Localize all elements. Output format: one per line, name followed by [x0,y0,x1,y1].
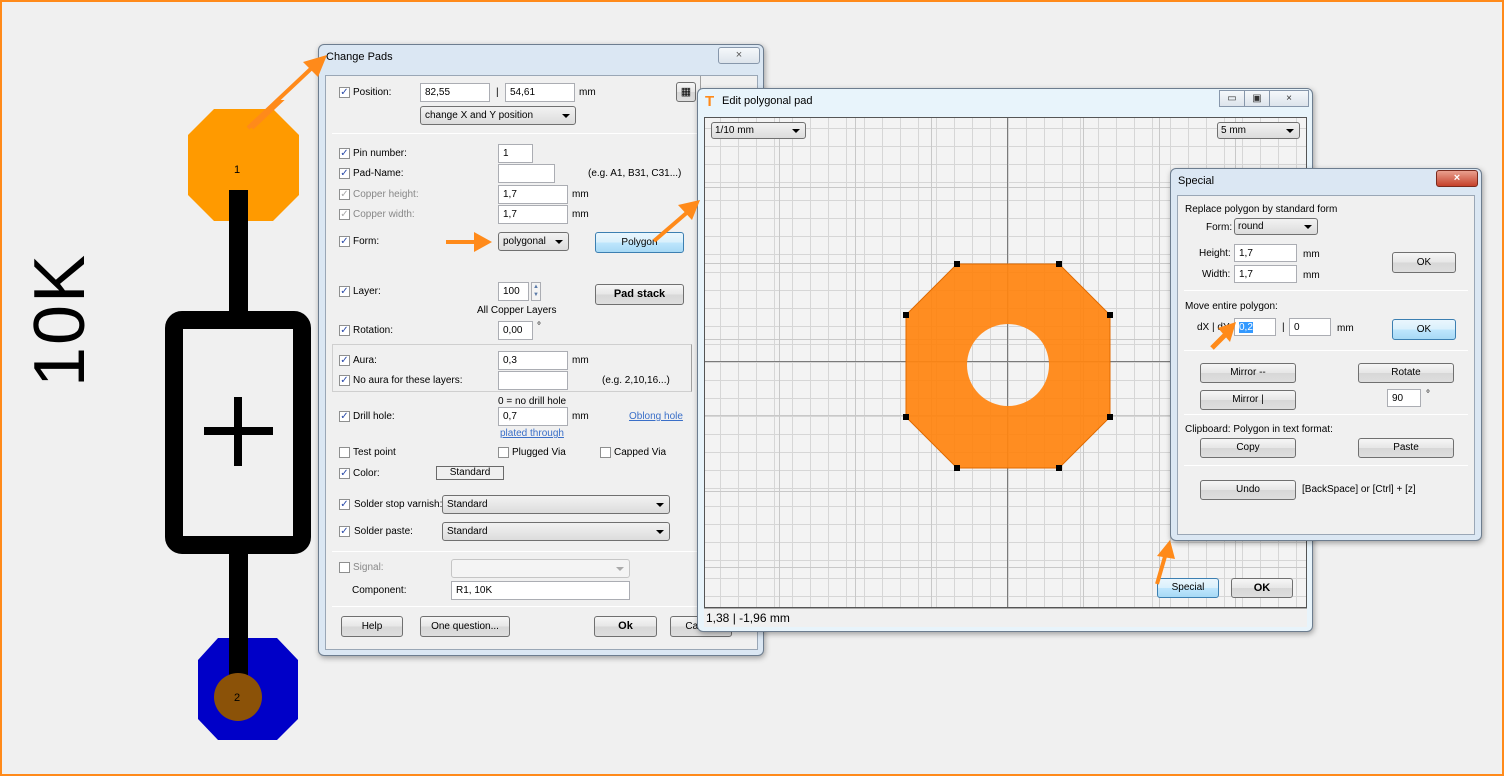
arrow-to-dx [1210,332,1228,350]
annotation-arrow-dx [1210,322,1236,350]
